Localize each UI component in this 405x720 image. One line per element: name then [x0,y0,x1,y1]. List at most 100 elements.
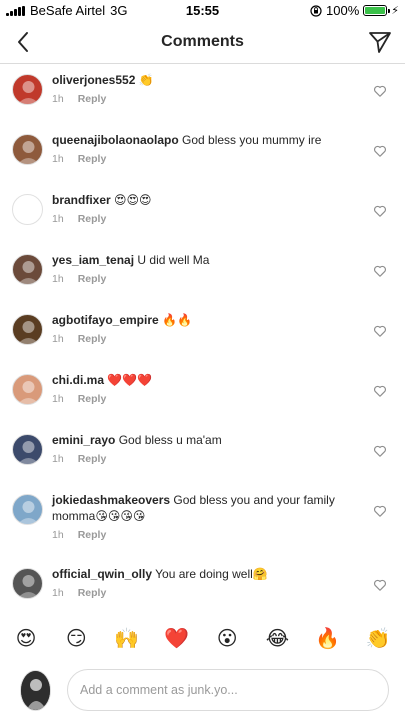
heart-icon [374,145,386,157]
comment-text: 🔥🔥 [162,313,192,327]
battery-percent: 100% [326,3,360,18]
like-button[interactable] [373,264,387,278]
status-bar: BeSafe Airtel 3G 15:55 100% ⚡ [0,0,405,20]
avatar[interactable] [12,134,43,165]
like-button[interactable] [373,444,387,458]
comment-row: official_qwin_olly You are doing well🤗 1h… [0,558,405,612]
comment-body: emini_rayo God bless u ma'am 1h Reply [52,432,352,467]
comment-username[interactable]: jokiedashmakeovers [52,493,170,507]
like-button[interactable] [373,504,387,518]
like-button[interactable] [373,324,387,338]
avatar[interactable] [12,314,43,345]
comment-body: chi.di.ma ❤️❤️❤️ 1h Reply [52,372,352,407]
comment-body: yes_iam_tenaj U did well Ma 1h Reply [52,252,352,287]
avatar [20,670,51,711]
comment-timestamp: 1h [52,393,64,405]
heart-icon [374,579,386,591]
reply-button[interactable]: Reply [78,213,107,225]
comment-timestamp: 1h [52,453,64,465]
comment-body: agbotifayo_empire 🔥🔥 1h Reply [52,312,352,347]
comment-timestamp: 1h [52,213,64,225]
emoji-button[interactable]: 🙌 [114,622,140,656]
comment-body: queenajibolaonaolapo God bless you mummy… [52,132,352,167]
emoji-quick-bar: 😍 😏 🙌 ❤️ 😮 😂 🔥 👏 [0,622,405,656]
comment-username[interactable]: oliverjones552 [52,73,135,87]
emoji-button[interactable]: 👏 [365,622,391,656]
like-button[interactable] [373,84,387,98]
like-button[interactable] [373,144,387,158]
comment-row: oliverjones552 👏 1h Reply [0,64,405,124]
heart-icon [374,325,386,337]
reply-button[interactable]: Reply [78,93,107,105]
battery-fill [365,7,386,14]
charging-icon: ⚡ [391,5,399,17]
comment-username[interactable]: yes_iam_tenaj [52,253,134,267]
comment-username[interactable]: official_qwin_olly [52,567,152,581]
comment-text: 👏 [138,73,154,87]
comment-body: oliverjones552 👏 1h Reply [52,72,352,107]
heart-icon [374,445,386,457]
reply-button[interactable]: Reply [78,333,107,345]
emoji-button[interactable]: ❤️ [164,622,190,656]
comment-body: official_qwin_olly You are doing well🤗 1h… [52,566,352,601]
avatar[interactable] [12,194,43,225]
avatar[interactable] [12,374,43,405]
comment-text: 😍😍😍 [114,193,152,207]
comment-text: God bless you mummy ire [182,133,322,147]
comment-timestamp: 1h [52,529,64,541]
comment-row: brandfixer 😍😍😍 1h Reply [0,184,405,244]
reply-button[interactable]: Reply [78,153,107,165]
avatar[interactable] [12,434,43,465]
like-button[interactable] [373,204,387,218]
comment-row: agbotifayo_empire 🔥🔥 1h Reply [0,304,405,364]
comment-row: yes_iam_tenaj U did well Ma 1h Reply [0,244,405,304]
reply-button[interactable]: Reply [78,587,107,599]
share-button[interactable] [367,29,393,55]
page-title: Comments [161,33,244,50]
emoji-button[interactable]: 😍 [13,622,39,656]
comment-text: You are doing well🤗 [155,567,268,581]
comment-row: chi.di.ma ❤️❤️❤️ 1h Reply [0,364,405,424]
emoji-button[interactable]: 😮 [214,622,240,656]
heart-icon [374,265,386,277]
comment-row: jokiedashmakeovers God bless you and you… [0,484,405,558]
header: Comments [0,20,405,64]
paper-plane-icon [369,32,391,53]
comment-username[interactable]: chi.di.ma [52,373,104,387]
comment-row: emini_rayo God bless u ma'am 1h Reply [0,424,405,484]
comment-composer [0,660,405,720]
comment-timestamp: 1h [52,587,64,599]
emoji-button[interactable]: 😂 [264,622,290,656]
reply-button[interactable]: Reply [78,453,107,465]
comment-timestamp: 1h [52,153,64,165]
comment-timestamp: 1h [52,273,64,285]
comment-row: queenajibolaonaolapo God bless you mummy… [0,124,405,184]
heart-icon [374,205,386,217]
comment-text: ❤️❤️❤️ [107,373,153,387]
status-right: 100% ⚡ [310,3,399,18]
heart-icon [374,385,386,397]
reply-button[interactable]: Reply [78,529,107,541]
emoji-button[interactable]: 🔥 [315,622,341,656]
emoji-button[interactable]: 😏 [63,622,89,656]
comment-username[interactable]: agbotifayo_empire [52,313,159,327]
heart-icon [374,85,386,97]
avatar[interactable] [12,74,43,105]
comment-username[interactable]: emini_rayo [52,433,115,447]
reply-button[interactable]: Reply [78,393,107,405]
comment-text: U did well Ma [137,253,210,267]
comment-text: God bless u ma'am [118,433,222,447]
like-button[interactable] [373,384,387,398]
comment-username[interactable]: brandfixer [52,193,111,207]
battery-icon [363,5,391,16]
avatar[interactable] [12,254,43,285]
comment-username[interactable]: queenajibolaonaolapo [52,133,179,147]
comment-timestamp: 1h [52,93,64,105]
reply-button[interactable]: Reply [78,273,107,285]
comment-input[interactable] [67,669,389,711]
comment-body: brandfixer 😍😍😍 1h Reply [52,192,352,227]
comment-timestamp: 1h [52,333,64,345]
like-button[interactable] [373,578,387,592]
avatar[interactable] [12,494,43,525]
avatar[interactable] [12,568,43,599]
